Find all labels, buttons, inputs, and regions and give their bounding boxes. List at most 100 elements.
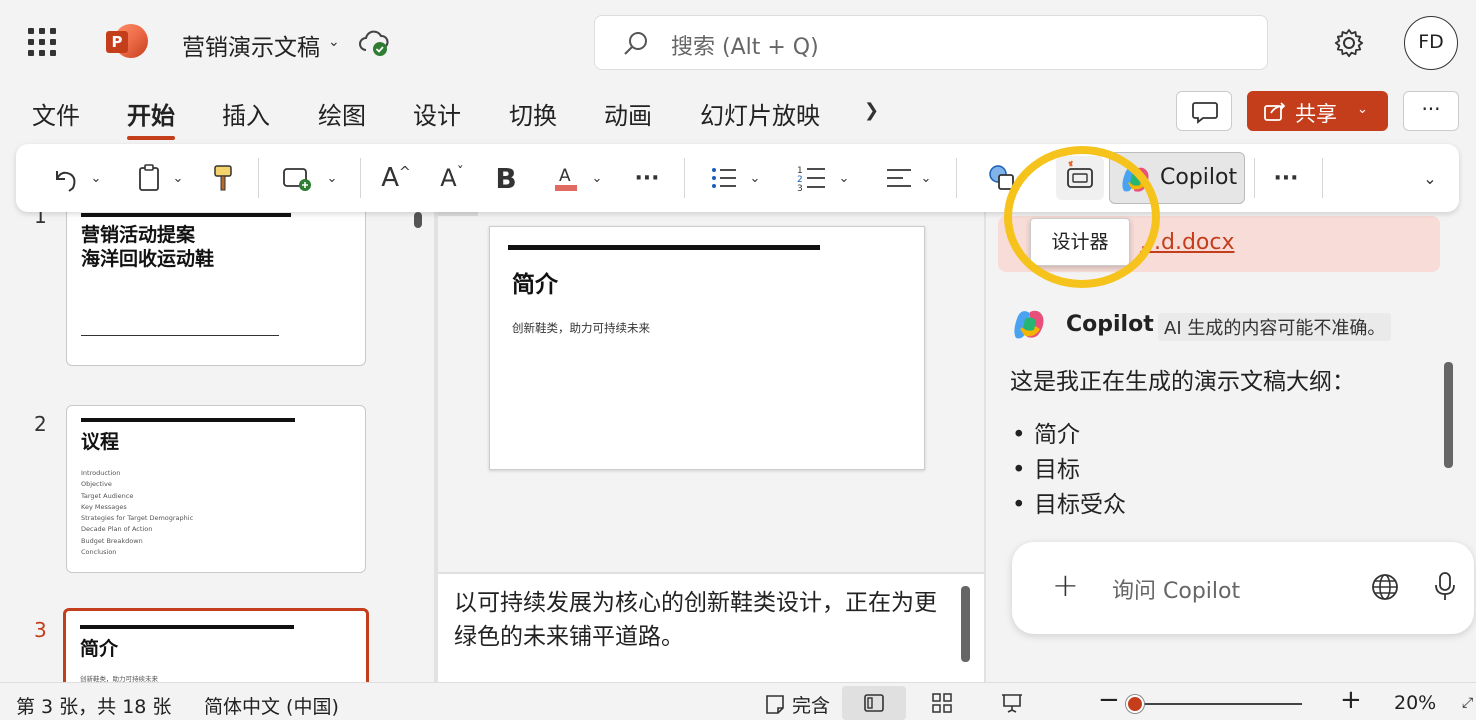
- speaker-notes[interactable]: 以可持续发展为核心的创新鞋类设计，正在为更绿色的未来铺平道路。: [438, 572, 984, 682]
- clipboard-button[interactable]: ⌄: [128, 144, 190, 212]
- more-options-button[interactable]: ···: [1403, 91, 1459, 131]
- share-button[interactable]: 共享 ⌄: [1247, 91, 1388, 131]
- cloud-saved-icon[interactable]: [358, 28, 390, 58]
- notes-scrollbar[interactable]: [961, 586, 970, 662]
- chevron-down-icon: ⌄: [1423, 168, 1437, 188]
- format-painter-icon: [214, 165, 232, 191]
- slide-thumbnail-2[interactable]: 议程 Introduction Objective Target Audienc…: [66, 405, 366, 573]
- thumb-subtitle: 创新鞋类，助力可持续未来: [80, 675, 158, 682]
- notes-text[interactable]: 以可持续发展为核心的创新鞋类设计，正在为更绿色的未来铺平道路。: [454, 586, 942, 654]
- agenda-item: Key Messages: [81, 502, 127, 511]
- slide-subtitle[interactable]: 创新鞋类，助力可持续未来: [512, 320, 650, 336]
- comment-icon: [1192, 102, 1218, 124]
- copilot-input[interactable]: + 询问 Copilot: [1012, 542, 1474, 634]
- powerpoint-logo-icon: P: [106, 24, 148, 60]
- current-slide-canvas[interactable]: 简介 创新鞋类，助力可持续未来: [489, 226, 925, 470]
- collapse-ribbon-button[interactable]: ⌄: [1412, 144, 1448, 212]
- increase-font-button[interactable]: A^: [376, 144, 416, 212]
- copilot-button-label: Copilot: [1160, 165, 1238, 190]
- notes-icon: [766, 695, 784, 714]
- chevron-down-icon: ⌄: [90, 170, 102, 186]
- status-bar: 第 3 张，共 18 张 简体中文 (中国) 完含 − + 20% ⤢: [0, 682, 1476, 720]
- bold-icon: B: [495, 161, 517, 195]
- chevron-down-icon: ⌄: [838, 170, 850, 186]
- format-painter-button[interactable]: [206, 144, 240, 212]
- undo-button[interactable]: ⌄: [40, 144, 110, 212]
- designer-highlight-ring: [1004, 146, 1160, 288]
- zoom-in-button[interactable]: +: [1340, 685, 1362, 715]
- document-title[interactable]: 营销演示文稿: [182, 28, 320, 62]
- svg-text:3: 3: [797, 184, 803, 192]
- zoom-out-button[interactable]: −: [1098, 685, 1120, 715]
- copilot-input-placeholder: 询问 Copilot: [1112, 579, 1241, 604]
- grid-view-icon: [932, 693, 952, 713]
- agenda-item: Target Audience: [81, 491, 134, 500]
- thumbnail-scrollbar[interactable]: [414, 212, 422, 228]
- tab-insert[interactable]: 插入: [222, 96, 270, 131]
- copilot-scrollbar[interactable]: [1444, 362, 1453, 468]
- tab-file[interactable]: 文件: [32, 96, 80, 131]
- app-launcher-icon[interactable]: [28, 28, 56, 56]
- bold-button[interactable]: B: [490, 144, 522, 212]
- globe-icon[interactable]: [1370, 572, 1400, 602]
- tab-draw[interactable]: 绘图: [318, 96, 366, 131]
- numbering-button[interactable]: 123 ⌄: [786, 144, 860, 212]
- chevron-down-icon[interactable]: ⌄: [328, 34, 340, 50]
- ai-disclaimer: AI 生成的内容可能不准确。: [1158, 313, 1392, 341]
- chevron-down-icon: ⌄: [591, 170, 603, 186]
- thumb-title: 简介: [80, 638, 119, 660]
- increase-font-icon: A^: [381, 163, 411, 193]
- zoom-slider-thumb[interactable]: [1126, 695, 1144, 713]
- chevron-down-icon: ⌄: [1357, 102, 1368, 117]
- search-placeholder: 搜索 (Alt + Q): [671, 35, 819, 60]
- new-slide-icon: [282, 168, 311, 191]
- share-label: 共享: [1295, 102, 1337, 126]
- chevron-down-icon: ⌄: [749, 170, 761, 186]
- tab-transitions[interactable]: 切换: [509, 96, 557, 131]
- slide-title[interactable]: 简介: [512, 265, 558, 299]
- more-font-options-button[interactable]: ···: [626, 144, 668, 212]
- bullets-button[interactable]: ⌄: [700, 144, 770, 212]
- copilot-message: 这是我正在生成的演示文稿大纲：: [1010, 369, 1355, 395]
- slide-thumbnail-3[interactable]: 简介 创新鞋类，助力可持续未来: [63, 608, 369, 682]
- tab-home[interactable]: 开始: [127, 96, 175, 140]
- copilot-logo-icon: [1014, 310, 1044, 339]
- user-avatar[interactable]: FD: [1404, 16, 1458, 70]
- add-attachment-icon[interactable]: +: [1052, 566, 1079, 604]
- comments-button[interactable]: [1176, 91, 1232, 131]
- new-slide-button[interactable]: ⌄: [274, 144, 344, 212]
- agenda-item: Introduction: [81, 469, 121, 477]
- microphone-icon[interactable]: [1434, 571, 1456, 603]
- copilot-name: Copilot: [1066, 312, 1154, 337]
- tab-design[interactable]: 设计: [413, 96, 461, 131]
- ribbon-overflow-button[interactable]: ···: [1266, 144, 1306, 212]
- thumb-title-line: 海洋回收运动鞋: [81, 248, 215, 270]
- bullet-list-icon: [711, 168, 736, 188]
- zoom-slider[interactable]: [1130, 703, 1302, 705]
- presenter-view-button[interactable]: [980, 686, 1044, 720]
- outline-item: 目标受众: [1012, 488, 1126, 523]
- thumb-title: 议程: [81, 431, 120, 453]
- thumb-title-line: 营销活动提案: [81, 224, 196, 246]
- agenda-item: Decade Plan of Action: [81, 525, 153, 534]
- zoom-level[interactable]: 20%: [1394, 692, 1436, 714]
- search-box[interactable]: 搜索 (Alt + Q): [594, 15, 1268, 70]
- fit-slide-icon[interactable]: ⤢: [1462, 695, 1473, 711]
- language-indicator[interactable]: 简体中文 (中国): [204, 692, 339, 719]
- notes-toggle[interactable]: 完含: [764, 691, 830, 718]
- more-tabs-chevron-icon[interactable]: ❯: [864, 100, 879, 121]
- normal-view-button[interactable]: [842, 686, 906, 720]
- font-color-button[interactable]: A ⌄: [542, 144, 612, 212]
- font-color-icon: A: [554, 166, 577, 191]
- settings-gear-icon[interactable]: [1332, 26, 1366, 60]
- home-ribbon: ⌄ ⌄ ⌄ A^ Aˇ B A ⌄ ··· ⌄ 123 ⌄ ⌄ Copilot …: [16, 144, 1459, 212]
- slide-sorter-button[interactable]: [910, 686, 974, 720]
- align-text-button[interactable]: ⌄: [876, 144, 940, 212]
- slide-thumbnail-1[interactable]: 营销活动提案 海洋回收运动鞋: [66, 212, 366, 366]
- title-bar: P 营销演示文稿 ⌄ 搜索 (Alt + Q) FD: [0, 0, 1476, 86]
- tab-slideshow[interactable]: 幻灯片放映: [700, 96, 820, 131]
- decrease-font-button[interactable]: Aˇ: [432, 144, 472, 212]
- outline-list: 简介 目标 目标受众: [1012, 418, 1126, 523]
- share-icon: [1264, 102, 1286, 121]
- tab-animations[interactable]: 动画: [604, 96, 652, 131]
